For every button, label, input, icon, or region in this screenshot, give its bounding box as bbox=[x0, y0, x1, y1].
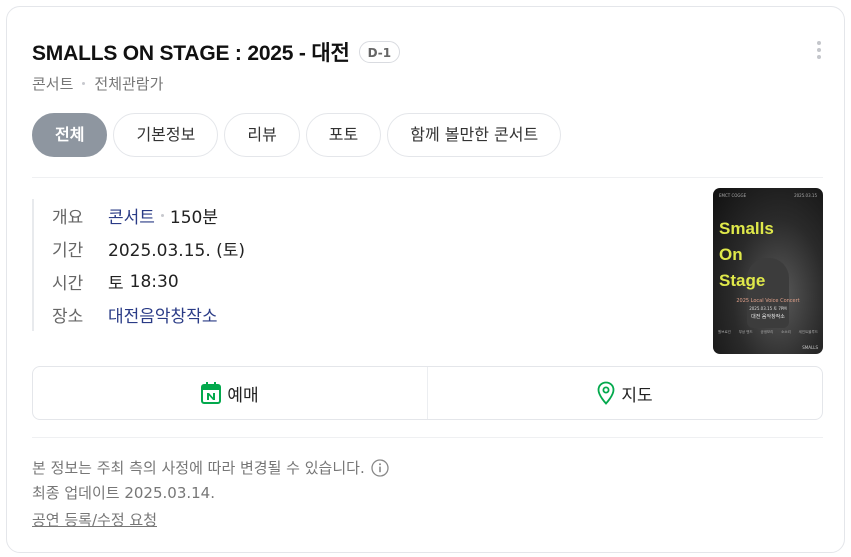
poster-logo: SMALLS bbox=[802, 345, 818, 350]
reserve-label: 예매 bbox=[227, 385, 259, 406]
info-label: 개요 bbox=[52, 208, 84, 228]
subtitle: 콘서트 전체관람가 bbox=[32, 73, 163, 94]
tab-all[interactable]: 전체 bbox=[32, 113, 108, 157]
venue-link[interactable]: 대전음악창작소 bbox=[108, 302, 217, 327]
time-value: 18:30 bbox=[129, 271, 179, 292]
divider bbox=[32, 177, 823, 178]
poster-lineup-item: 공생보리 bbox=[760, 330, 774, 334]
info-label: 기간 bbox=[52, 241, 84, 261]
info-row-time: 시간 토 18:30 bbox=[52, 265, 245, 298]
title-row: SMALLS ON STAGE : 2025 - 대전 D-1 bbox=[32, 37, 401, 67]
poster-top-right: 2025.03.15 bbox=[794, 193, 817, 198]
poster-lineup: 원브로건 부상 밴드 공생보리 소소리 세인트블루드 bbox=[718, 330, 818, 335]
time-day: 토 bbox=[108, 274, 124, 294]
poster-subtitle: 2025 Local Voice Concert bbox=[736, 298, 800, 304]
genre-link[interactable]: 콘서트 bbox=[108, 203, 155, 228]
poster-lineup-item: 원브로건 bbox=[718, 330, 731, 334]
poster-date: 2025.03.15 토 7PM bbox=[749, 306, 787, 311]
info-row-period: 기간 2025.03.15. (토) bbox=[52, 232, 245, 265]
poster-venue: 대전 음악창작소 bbox=[751, 314, 785, 320]
poster-title-line: On bbox=[719, 245, 743, 264]
info-label: 장소 bbox=[52, 307, 84, 327]
info-icon[interactable] bbox=[371, 458, 389, 477]
tab-basic-info[interactable]: 기본정보 bbox=[113, 113, 219, 157]
poster-top: EMCT COGGE 2025.03.15 bbox=[719, 193, 817, 198]
poster-lineup-item: 소소리 bbox=[781, 330, 791, 334]
reserve-button[interactable]: 예매 bbox=[33, 367, 427, 419]
poster-lineup-item: 부상 밴드 bbox=[738, 330, 753, 334]
concert-info-card: SMALLS ON STAGE : 2025 - 대전 D-1 콘서트 전체관람… bbox=[6, 6, 845, 553]
info-list: 개요 콘서트 150분 기간 2025.03.15. (토) 시간 토 18:3… bbox=[32, 199, 245, 331]
poster-lineup-item: 세인트블루드 bbox=[798, 330, 818, 334]
map-pin-icon bbox=[597, 381, 615, 405]
map-button[interactable]: 지도 bbox=[427, 367, 822, 419]
action-bar: 예매 지도 bbox=[32, 366, 823, 420]
dday-badge: D-1 bbox=[358, 41, 401, 63]
more-options-icon[interactable] bbox=[815, 41, 823, 61]
period-value: 2025.03.15. (토) bbox=[108, 241, 246, 261]
notice-text: 본 정보는 주최 측의 사정에 따라 변경될 수 있습니다. bbox=[32, 459, 365, 477]
tab-photos[interactable]: 포토 bbox=[305, 113, 382, 157]
poster-title: Smalls On Stage bbox=[719, 216, 774, 294]
poster-title-line: Smalls bbox=[719, 219, 774, 238]
tab-reviews[interactable]: 리뷰 bbox=[224, 113, 300, 157]
info-row-venue: 장소 대전음악창작소 bbox=[52, 298, 245, 331]
info-label: 시간 bbox=[52, 274, 84, 294]
poster-title-line: Stage bbox=[719, 271, 766, 290]
separator-dot bbox=[160, 214, 164, 217]
info-row-overview: 개요 콘서트 150분 bbox=[52, 199, 245, 232]
divider bbox=[32, 437, 823, 438]
report-edit-link[interactable]: 공연 등록/수정 요청 bbox=[32, 509, 157, 530]
poster-image[interactable]: EMCT COGGE 2025.03.15 Smalls On Stage 20… bbox=[713, 188, 823, 354]
duration-value: 150분 bbox=[169, 208, 219, 228]
notice: 본 정보는 주최 측의 사정에 따라 변경될 수 있습니다. bbox=[32, 457, 389, 478]
poster-top-left: EMCT COGGE bbox=[719, 193, 747, 198]
tab-related-concerts[interactable]: 함께 볼만한 콘서트 bbox=[387, 113, 562, 157]
page-title[interactable]: SMALLS ON STAGE : 2025 - 대전 bbox=[32, 37, 350, 67]
last-updated: 최종 업데이트 2025.03.14. bbox=[32, 484, 215, 502]
separator-dot bbox=[82, 82, 86, 85]
naver-calendar-icon bbox=[201, 382, 222, 404]
rating-text: 전체관람가 bbox=[94, 75, 164, 93]
category-text: 콘서트 bbox=[32, 75, 74, 93]
tab-bar: 전체 기본정보 리뷰 포토 함께 볼만한 콘서트 bbox=[32, 113, 567, 157]
map-label: 지도 bbox=[621, 385, 653, 406]
